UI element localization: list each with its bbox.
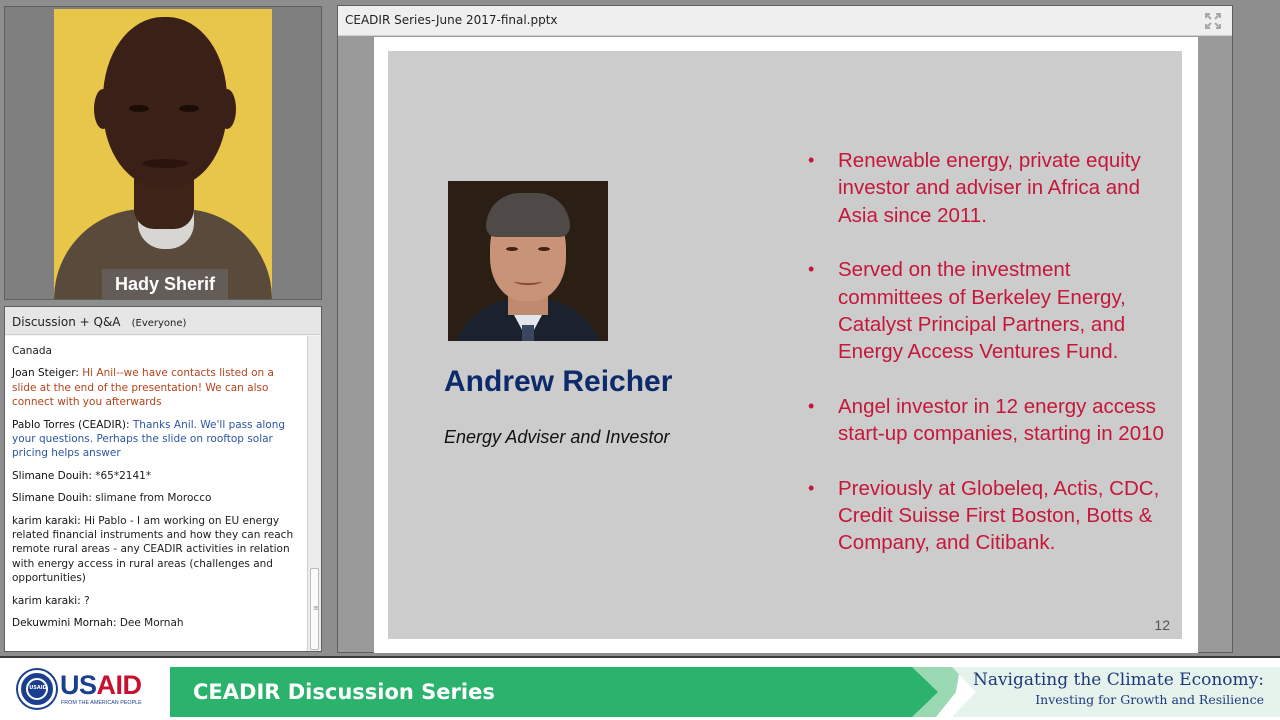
bio-bullet: Previously at Globeleq, Actis, CDC, Cred… [808, 475, 1174, 557]
usaid-logo: USAID USAID FROM THE AMERICAN PEOPLE [18, 670, 158, 710]
webcam-video [54, 9, 272, 299]
chat-message-text: Dee Mornah [119, 617, 184, 630]
footer-banner: USAID USAID FROM THE AMERICAN PEOPLE CEA… [0, 656, 1280, 720]
chat-title: Discussion + Q&A [12, 315, 121, 329]
chat-header: Discussion + Q&A (Everyone) [5, 307, 321, 335]
chat-message: karim karaki: Hi Pablo - I am working on… [12, 514, 301, 586]
chat-message-sender: karim karaki: [12, 514, 81, 527]
webcam-mouth [142, 159, 188, 168]
video-pod: Hady Sherif [4, 6, 322, 300]
chat-scope[interactable]: (Everyone) [132, 318, 187, 329]
chat-message-text: ? [84, 594, 90, 607]
chat-message: Dekuwmini Mornah: Dee Mornah [12, 616, 301, 630]
photo-hair [486, 193, 570, 237]
usaid-wordmark-aid: AID [96, 670, 143, 700]
share-pod: CEADIR Series-June 2017-final.pptx Andre… [337, 5, 1233, 653]
bio-bullet: Renewable energy, private equity investo… [808, 147, 1174, 229]
speaker-title: Energy Adviser and Investor [444, 427, 670, 447]
chat-message-sender: Dekuwmini Mornah: [12, 617, 117, 630]
chat-scroll-thumb[interactable]: ≡ [310, 568, 319, 650]
share-file-title: CEADIR Series-June 2017-final.pptx [345, 13, 558, 27]
webcam-eye-left [129, 105, 149, 112]
scroll-grip-icon: ≡ [313, 604, 319, 612]
chat-message-list[interactable]: Canada Joan Steiger: Hi Anil--we have co… [5, 336, 307, 651]
slide-frame: Andrew Reicher Energy Adviser and Invest… [374, 37, 1198, 653]
photo-eye-right [538, 247, 550, 251]
chat-pod: Discussion + Q&A (Everyone) Canada Joan … [4, 306, 322, 652]
theme-title: Navigating the Climate Economy: [972, 670, 1264, 690]
webcam-eye-right [179, 105, 199, 112]
chat-message-sender: Pablo Torres (CEADIR): [12, 418, 130, 431]
usaid-tagline: FROM THE AMERICAN PEOPLE [61, 700, 142, 706]
chat-message: Slimane Douih: *65*2141* [12, 469, 301, 483]
chat-message-sender: Joan Steiger: [12, 367, 79, 380]
photo-eye-left [506, 247, 518, 251]
presenter-name-label: Hady Sherif [102, 269, 228, 299]
photo-smile [514, 277, 542, 285]
chat-message-sender: Slimane Douih: [12, 469, 92, 482]
chat-message: Slimane Douih: slimane from Morocco [12, 491, 301, 505]
chat-message-text: *65*2141* [95, 469, 152, 482]
seal-text: USAID [29, 685, 47, 691]
chat-message-sender: karim karaki: [12, 594, 81, 607]
chat-message: Joan Steiger: Hi Anil--we have contacts … [12, 366, 301, 409]
usaid-seal-icon: USAID [18, 670, 56, 708]
chat-message: Pablo Torres (CEADIR): Thanks Anil. We'l… [12, 418, 301, 461]
chat-message-text: slimane from Morocco [95, 492, 212, 505]
slide-number: 12 [1154, 617, 1170, 633]
chat-message: Canada [12, 344, 301, 358]
chat-scrollbar[interactable]: ≡ [307, 336, 321, 651]
photo-tie [522, 325, 534, 341]
chat-message: karim karaki: ? [12, 594, 301, 608]
bio-bullet: Served on the investment committees of B… [808, 256, 1174, 366]
series-title: CEADIR Discussion Series [193, 680, 495, 704]
chat-message-text: Canada [12, 345, 52, 357]
bio-bullet: Angel investor in 12 energy access start… [808, 393, 1174, 448]
speaker-photo [448, 181, 608, 341]
share-header: CEADIR Series-June 2017-final.pptx [338, 6, 1232, 36]
chat-message-sender: Slimane Douih: [12, 492, 92, 505]
usaid-wordmark: USAID [60, 670, 142, 700]
presentation-slide: Andrew Reicher Energy Adviser and Invest… [388, 51, 1182, 639]
theme-subtitle: Investing for Growth and Resilience [1035, 692, 1264, 707]
speaker-name: Andrew Reicher [444, 365, 673, 398]
fullscreen-icon[interactable] [1204, 12, 1222, 30]
usaid-wordmark-us: US [60, 670, 97, 700]
bio-bullet-list: Renewable energy, private equity investo… [808, 147, 1174, 584]
